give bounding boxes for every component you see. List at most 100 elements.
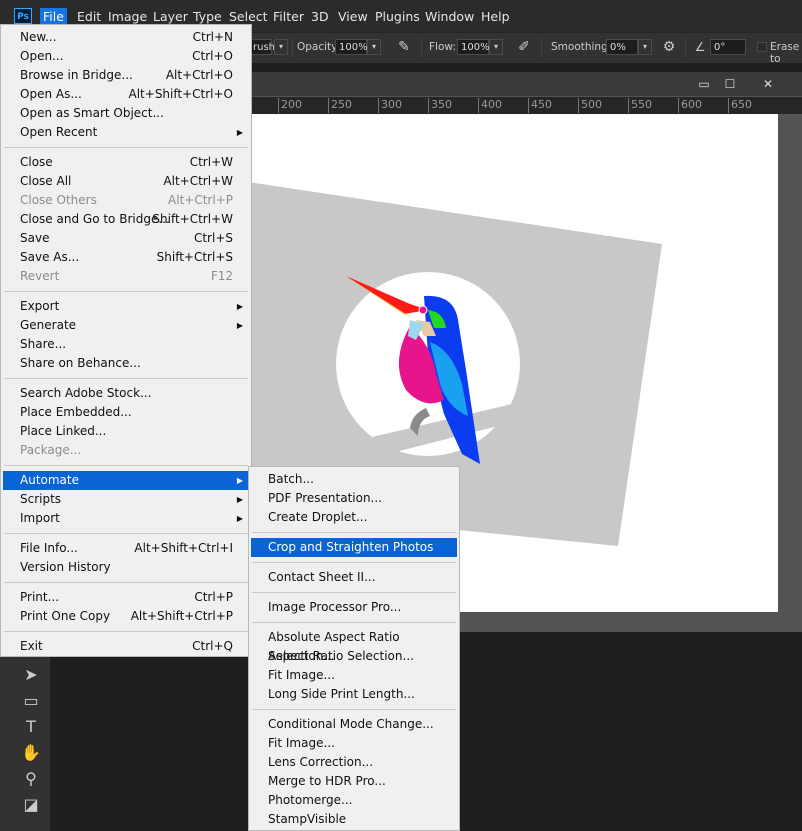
menu-item-label: File Info... bbox=[20, 541, 78, 555]
file-menu-item-generate[interactable]: Generate ▶ bbox=[3, 316, 249, 335]
file-menu-item-place-linked[interactable]: Place Linked... bbox=[3, 422, 249, 441]
file-menu-item-share-on-behance[interactable]: Share on Behance... bbox=[3, 354, 249, 373]
file-menu-item-scripts[interactable]: Scripts ▶ bbox=[3, 490, 249, 509]
menu-3d[interactable]: 3D bbox=[308, 8, 332, 26]
close-button[interactable]: ✕ bbox=[758, 76, 778, 92]
file-menu-item-save[interactable]: Save Ctrl+S bbox=[3, 229, 249, 248]
brush-preset-dropdown[interactable]: ▾ bbox=[274, 39, 288, 55]
automate-item-contact-sheet-ii[interactable]: Contact Sheet II... bbox=[251, 568, 457, 587]
file-menu-item-close-and-go-to-bridge[interactable]: Close and Go to Bridge... Shift+Ctrl+W bbox=[3, 210, 249, 229]
automate-item-long-side-print-length[interactable]: Long Side Print Length... bbox=[251, 685, 457, 704]
opacity-label: Opacity: bbox=[297, 41, 341, 53]
file-menu-item-open-as[interactable]: Open As... Alt+Shift+Ctrl+O bbox=[3, 85, 249, 104]
automate-item-merge-to-hdr-pro[interactable]: Merge to HDR Pro... bbox=[251, 772, 457, 791]
file-menu-item-print-one-copy[interactable]: Print One Copy Alt+Shift+Ctrl+P bbox=[3, 607, 249, 626]
automate-item-fit-image[interactable]: Fit Image... bbox=[251, 666, 457, 685]
file-menu-item-exit[interactable]: Exit Ctrl+Q bbox=[3, 637, 249, 656]
menu-item-label: Share... bbox=[20, 337, 67, 351]
tools-panel: ➤ ▭ T ✋ ⚲ ◪ bbox=[0, 657, 50, 831]
menu-window[interactable]: Window bbox=[422, 8, 477, 26]
maximize-button[interactable]: ☐ bbox=[720, 76, 740, 92]
automate-item-create-droplet[interactable]: Create Droplet... bbox=[251, 508, 457, 527]
erase-to-history-label: Erase to bbox=[770, 41, 800, 65]
menu-separator bbox=[4, 147, 248, 148]
menu-item-label: Save As... bbox=[20, 250, 80, 264]
zoom-icon[interactable]: ⚲ bbox=[18, 767, 44, 791]
automate-item-pdf-presentation[interactable]: PDF Presentation... bbox=[251, 489, 457, 508]
menu-item-shortcut: Shift+Ctrl+S bbox=[156, 250, 233, 264]
menu-item-label: Crop and Straighten Photos bbox=[268, 540, 434, 554]
menu-item-label: Image Processor Pro... bbox=[268, 600, 402, 614]
gear-icon[interactable]: ⚙ bbox=[660, 38, 678, 56]
automate-item-lens-correction[interactable]: Lens Correction... bbox=[251, 753, 457, 772]
file-menu-item-open-recent[interactable]: Open Recent ▶ bbox=[3, 123, 249, 142]
menu-item-label: Version History bbox=[20, 560, 111, 574]
file-menu-item-place-embedded[interactable]: Place Embedded... bbox=[3, 403, 249, 422]
menu-item-label: Export bbox=[20, 299, 60, 313]
menu-item-label: Search Adobe Stock... bbox=[20, 386, 152, 400]
file-menu-item-version-history[interactable]: Version History bbox=[3, 558, 249, 577]
automate-item-absolute-aspect-ratio-selection[interactable]: Absolute Aspect Ratio Selection... bbox=[251, 628, 457, 663]
menu-view[interactable]: View bbox=[335, 8, 371, 26]
opacity-input[interactable]: 100% bbox=[335, 39, 368, 55]
angle-icon: ∠ bbox=[694, 40, 706, 54]
menu-filter[interactable]: Filter bbox=[270, 8, 307, 26]
file-menu-item-close-all[interactable]: Close All Alt+Ctrl+W bbox=[3, 172, 249, 191]
menu-item-label: Share on Behance... bbox=[20, 356, 141, 370]
file-menu-item-share[interactable]: Share... bbox=[3, 335, 249, 354]
automate-item-aspect-ratio-selection[interactable]: Aspect Ratio Selection... bbox=[251, 647, 457, 666]
file-menu-item-close[interactable]: Close Ctrl+W bbox=[3, 153, 249, 172]
file-menu-item-revert: Revert F12 bbox=[3, 267, 249, 286]
file-menu-item-new[interactable]: New... Ctrl+N bbox=[3, 28, 249, 47]
menu-item-shortcut: Ctrl+Q bbox=[192, 639, 233, 653]
type-icon[interactable]: T bbox=[18, 715, 44, 739]
smoothing-dropdown[interactable]: ▾ bbox=[638, 39, 652, 55]
flow-dropdown[interactable]: ▾ bbox=[489, 39, 503, 55]
default-colors-icon[interactable]: ◪ bbox=[18, 793, 44, 817]
flow-label: Flow: bbox=[429, 41, 456, 53]
automate-item-stampvisible[interactable]: StampVisible bbox=[251, 810, 457, 829]
ruler-tick-label: 600 bbox=[678, 98, 702, 113]
automate-item-image-processor-pro[interactable]: Image Processor Pro... bbox=[251, 598, 457, 617]
file-menu-item-save-as[interactable]: Save As... Shift+Ctrl+S bbox=[3, 248, 249, 267]
flow-input[interactable]: 100% bbox=[457, 39, 490, 55]
file-menu-item-browse-in-bridge[interactable]: Browse in Bridge... Alt+Ctrl+O bbox=[3, 66, 249, 85]
smoothing-input[interactable]: 0% bbox=[606, 39, 638, 55]
ruler-tick-label: 550 bbox=[628, 98, 652, 113]
minimize-button[interactable]: ▭ bbox=[694, 76, 714, 92]
file-menu-item-export[interactable]: Export ▶ bbox=[3, 297, 249, 316]
file-menu-item-import[interactable]: Import ▶ bbox=[3, 509, 249, 528]
file-menu-item-print[interactable]: Print... Ctrl+P bbox=[3, 588, 249, 607]
file-menu-item-open[interactable]: Open... Ctrl+O bbox=[3, 47, 249, 66]
brush-preset-field[interactable]: rush bbox=[250, 39, 275, 55]
menu-help[interactable]: Help bbox=[478, 8, 513, 26]
automate-item-fit-image[interactable]: Fit Image... bbox=[251, 734, 457, 753]
submenu-arrow-icon: ▶ bbox=[236, 495, 243, 504]
ruler-tick-label: 300 bbox=[378, 98, 402, 113]
automate-item-photomerge[interactable]: Photomerge... bbox=[251, 791, 457, 810]
angle-input[interactable]: 0° bbox=[710, 39, 746, 55]
menu-item-shortcut: F12 bbox=[210, 269, 233, 283]
rectangle-marquee-icon[interactable]: ▭ bbox=[18, 689, 44, 713]
automate-item-crop-and-straighten-photos[interactable]: Crop and Straighten Photos bbox=[251, 538, 457, 557]
submenu-arrow-icon: ▶ bbox=[236, 128, 243, 137]
menu-plugins[interactable]: Plugins bbox=[372, 8, 423, 26]
menu-item-label: New... bbox=[20, 30, 57, 44]
airbrush-icon[interactable]: ✐ bbox=[515, 38, 533, 56]
menu-item-label: Close bbox=[20, 155, 53, 169]
menu-separator bbox=[252, 562, 456, 563]
file-menu-item-automate[interactable]: Automate ▶ bbox=[3, 471, 249, 490]
menu-item-label: Close Others bbox=[20, 193, 97, 207]
pressure-opacity-icon[interactable]: ✎ bbox=[395, 38, 413, 56]
automate-item-batch[interactable]: Batch... bbox=[251, 470, 457, 489]
file-menu-item-open-as-smart-object[interactable]: Open as Smart Object... bbox=[3, 104, 249, 123]
erase-to-history-checkbox[interactable] bbox=[757, 42, 767, 52]
move-icon[interactable]: ➤ bbox=[18, 663, 44, 687]
smoothing-label: Smoothing: bbox=[551, 41, 612, 53]
menu-item-shortcut: Alt+Ctrl+P bbox=[168, 193, 233, 207]
opacity-dropdown[interactable]: ▾ bbox=[367, 39, 381, 55]
file-menu-item-search-adobe-stock[interactable]: Search Adobe Stock... bbox=[3, 384, 249, 403]
automate-item-conditional-mode-change[interactable]: Conditional Mode Change... bbox=[251, 715, 457, 734]
file-menu-item-file-info[interactable]: File Info... Alt+Shift+Ctrl+I bbox=[3, 539, 249, 558]
hand-icon[interactable]: ✋ bbox=[18, 741, 44, 765]
